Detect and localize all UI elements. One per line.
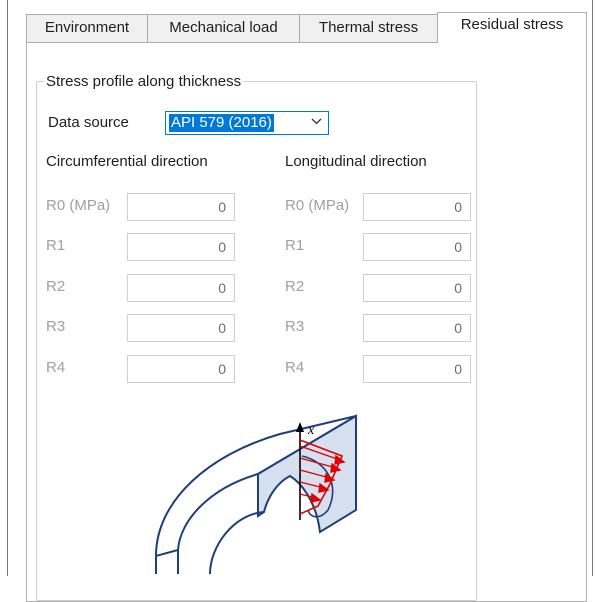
chevron-down-icon [311,118,322,125]
circ-r3-label: R3 [46,318,66,335]
long-r3-label: R3 [285,318,305,335]
circ-r4-field[interactable]: 0 [127,355,235,383]
circ-r1-field[interactable]: 0 [127,233,235,261]
pipe-inner-bore [209,511,265,575]
long-r1-field[interactable]: 0 [363,233,471,261]
window-border-left [7,0,8,576]
long-r1-label: R1 [285,237,305,254]
x-axis-label: x [307,423,315,438]
x-axis-arrowhead [296,422,304,432]
circ-r0-label: R0 (MPa) [46,197,111,214]
groupbox-title: Stress profile along thickness [44,73,244,90]
tab-thermal-stress[interactable]: Thermal stress [299,14,438,42]
circ-r1-label: R1 [46,237,66,254]
circ-r3-field[interactable]: 0 [127,314,235,342]
long-r0-label: R0 (MPa) [285,197,350,214]
long-r2-field[interactable]: 0 [363,274,471,302]
data-source-dropdown[interactable]: API 579 (2016) [165,111,329,135]
circ-r2-field[interactable]: 0 [127,274,235,302]
circumferential-header: Circumferential direction [46,153,208,170]
window-border-right [592,0,593,576]
circ-r2-label: R2 [46,278,66,295]
long-r4-field[interactable]: 0 [363,355,471,383]
tab-mechanical-load[interactable]: Mechanical load [147,14,300,42]
long-r0-field[interactable]: 0 [363,193,471,221]
long-r4-label: R4 [285,359,305,376]
long-r2-label: R2 [285,278,305,295]
residual-stress-diagram: x [154,414,357,575]
circ-r4-label: R4 [46,359,66,376]
long-r3-field[interactable]: 0 [363,314,471,342]
tab-environment[interactable]: Environment [26,14,148,42]
data-source-selected-value: API 579 (2016) [169,114,274,132]
data-source-label: Data source [48,114,129,131]
circ-r0-field[interactable]: 0 [127,193,235,221]
longitudinal-header: Longitudinal direction [285,153,427,170]
tab-residual-stress[interactable]: Residual stress [437,12,587,43]
